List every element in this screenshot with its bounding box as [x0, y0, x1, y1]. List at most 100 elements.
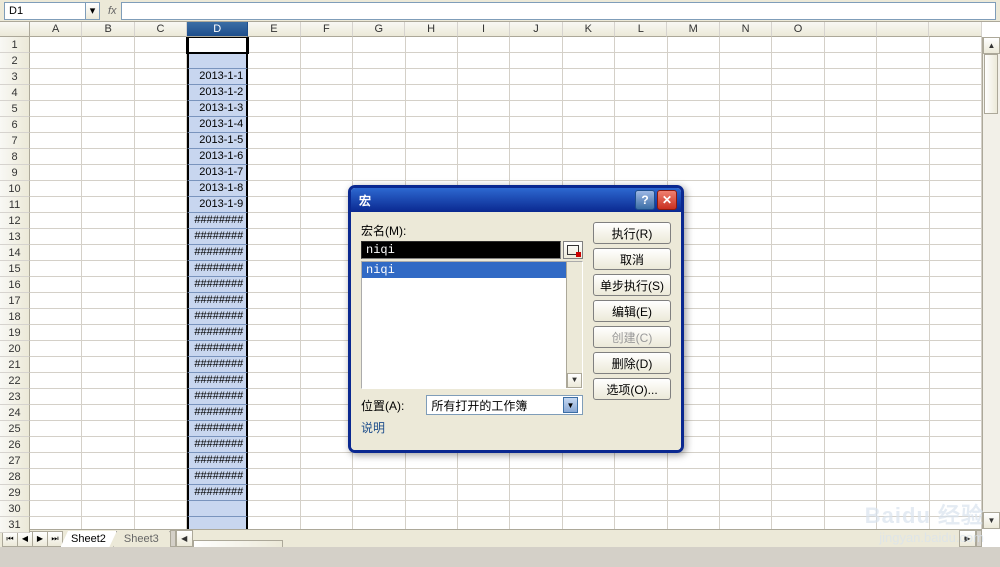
cell[interactable]: [30, 453, 82, 469]
cell[interactable]: [301, 165, 353, 181]
cell[interactable]: [248, 389, 300, 405]
cell[interactable]: [248, 85, 300, 101]
cell[interactable]: [135, 261, 187, 277]
cell[interactable]: [772, 373, 824, 389]
cell[interactable]: [353, 165, 405, 181]
cell[interactable]: 2013-1-9: [187, 197, 248, 213]
cell[interactable]: 2013-1-7: [187, 165, 248, 181]
cell[interactable]: [720, 357, 772, 373]
cell[interactable]: [353, 53, 405, 69]
cell[interactable]: [825, 469, 877, 485]
cell[interactable]: [82, 261, 134, 277]
row-header[interactable]: 30: [0, 501, 30, 517]
cell[interactable]: [825, 149, 877, 165]
cell[interactable]: [877, 469, 929, 485]
cell[interactable]: [248, 213, 300, 229]
cell[interactable]: [82, 293, 134, 309]
row-header[interactable]: 1: [0, 37, 30, 53]
cell[interactable]: [930, 85, 982, 101]
cell[interactable]: [772, 85, 824, 101]
cell[interactable]: [135, 325, 187, 341]
cell[interactable]: [301, 197, 353, 213]
cell[interactable]: [82, 357, 134, 373]
row-header[interactable]: 14: [0, 245, 30, 261]
macro-list-item[interactable]: niqi: [362, 262, 582, 278]
cell[interactable]: [30, 485, 82, 501]
cell[interactable]: [877, 213, 929, 229]
cell[interactable]: [135, 85, 187, 101]
cell[interactable]: [30, 437, 82, 453]
cell[interactable]: [353, 485, 405, 501]
cell[interactable]: [825, 485, 877, 501]
cell[interactable]: [930, 373, 982, 389]
cell[interactable]: [563, 149, 615, 165]
cell[interactable]: [720, 197, 772, 213]
cell[interactable]: [615, 85, 667, 101]
vertical-scroll-thumb[interactable]: [984, 54, 998, 114]
row-header[interactable]: 13: [0, 229, 30, 245]
cell[interactable]: [248, 149, 300, 165]
column-header-A[interactable]: A: [30, 22, 82, 37]
cell[interactable]: [458, 453, 510, 469]
cell[interactable]: [772, 453, 824, 469]
cell[interactable]: [877, 181, 929, 197]
cell[interactable]: ########: [187, 325, 248, 341]
cell[interactable]: [615, 485, 667, 501]
cell[interactable]: [30, 421, 82, 437]
column-header-blank[interactable]: [825, 22, 877, 37]
cell[interactable]: [248, 517, 300, 529]
cell[interactable]: [825, 37, 877, 53]
cell[interactable]: [772, 277, 824, 293]
cell[interactable]: [877, 517, 929, 529]
cell[interactable]: [720, 213, 772, 229]
column-header-blank[interactable]: [929, 22, 981, 37]
cell[interactable]: [135, 229, 187, 245]
cell[interactable]: [406, 53, 458, 69]
cell[interactable]: [353, 149, 405, 165]
cell[interactable]: [406, 453, 458, 469]
cell[interactable]: [772, 197, 824, 213]
row-header[interactable]: 9: [0, 165, 30, 181]
cell[interactable]: [301, 293, 353, 309]
cell[interactable]: [877, 501, 929, 517]
tab-nav-last[interactable]: ⏭: [47, 531, 63, 547]
cell[interactable]: [825, 213, 877, 229]
formula-input[interactable]: [121, 2, 996, 20]
cell[interactable]: [825, 181, 877, 197]
vertical-scrollbar[interactable]: ▲ ▼: [982, 37, 1000, 529]
cell[interactable]: [930, 421, 982, 437]
cell[interactable]: ########: [187, 213, 248, 229]
cell[interactable]: [82, 85, 134, 101]
cell[interactable]: [30, 229, 82, 245]
name-box[interactable]: D1: [4, 2, 86, 20]
cell[interactable]: [720, 133, 772, 149]
cell[interactable]: [930, 437, 982, 453]
cell[interactable]: [930, 485, 982, 501]
column-header-N[interactable]: N: [720, 22, 772, 37]
cell[interactable]: [248, 165, 300, 181]
cell[interactable]: [668, 517, 720, 529]
column-header-L[interactable]: L: [615, 22, 667, 37]
row-header[interactable]: 25: [0, 421, 30, 437]
cell[interactable]: [248, 101, 300, 117]
row-header[interactable]: 17: [0, 293, 30, 309]
cell[interactable]: [877, 357, 929, 373]
row-header[interactable]: 20: [0, 341, 30, 357]
cell[interactable]: [30, 245, 82, 261]
cell[interactable]: [82, 453, 134, 469]
cell[interactable]: [135, 149, 187, 165]
cell[interactable]: [668, 37, 720, 53]
cell[interactable]: [720, 485, 772, 501]
cell[interactable]: [668, 101, 720, 117]
cell[interactable]: [458, 517, 510, 529]
column-header-J[interactable]: J: [510, 22, 562, 37]
cell[interactable]: [187, 53, 248, 69]
cell[interactable]: [720, 293, 772, 309]
cell[interactable]: [772, 469, 824, 485]
cell[interactable]: [135, 245, 187, 261]
cell[interactable]: [82, 421, 134, 437]
cell[interactable]: [82, 213, 134, 229]
cell[interactable]: [615, 37, 667, 53]
cell[interactable]: ########: [187, 309, 248, 325]
cell[interactable]: [458, 485, 510, 501]
